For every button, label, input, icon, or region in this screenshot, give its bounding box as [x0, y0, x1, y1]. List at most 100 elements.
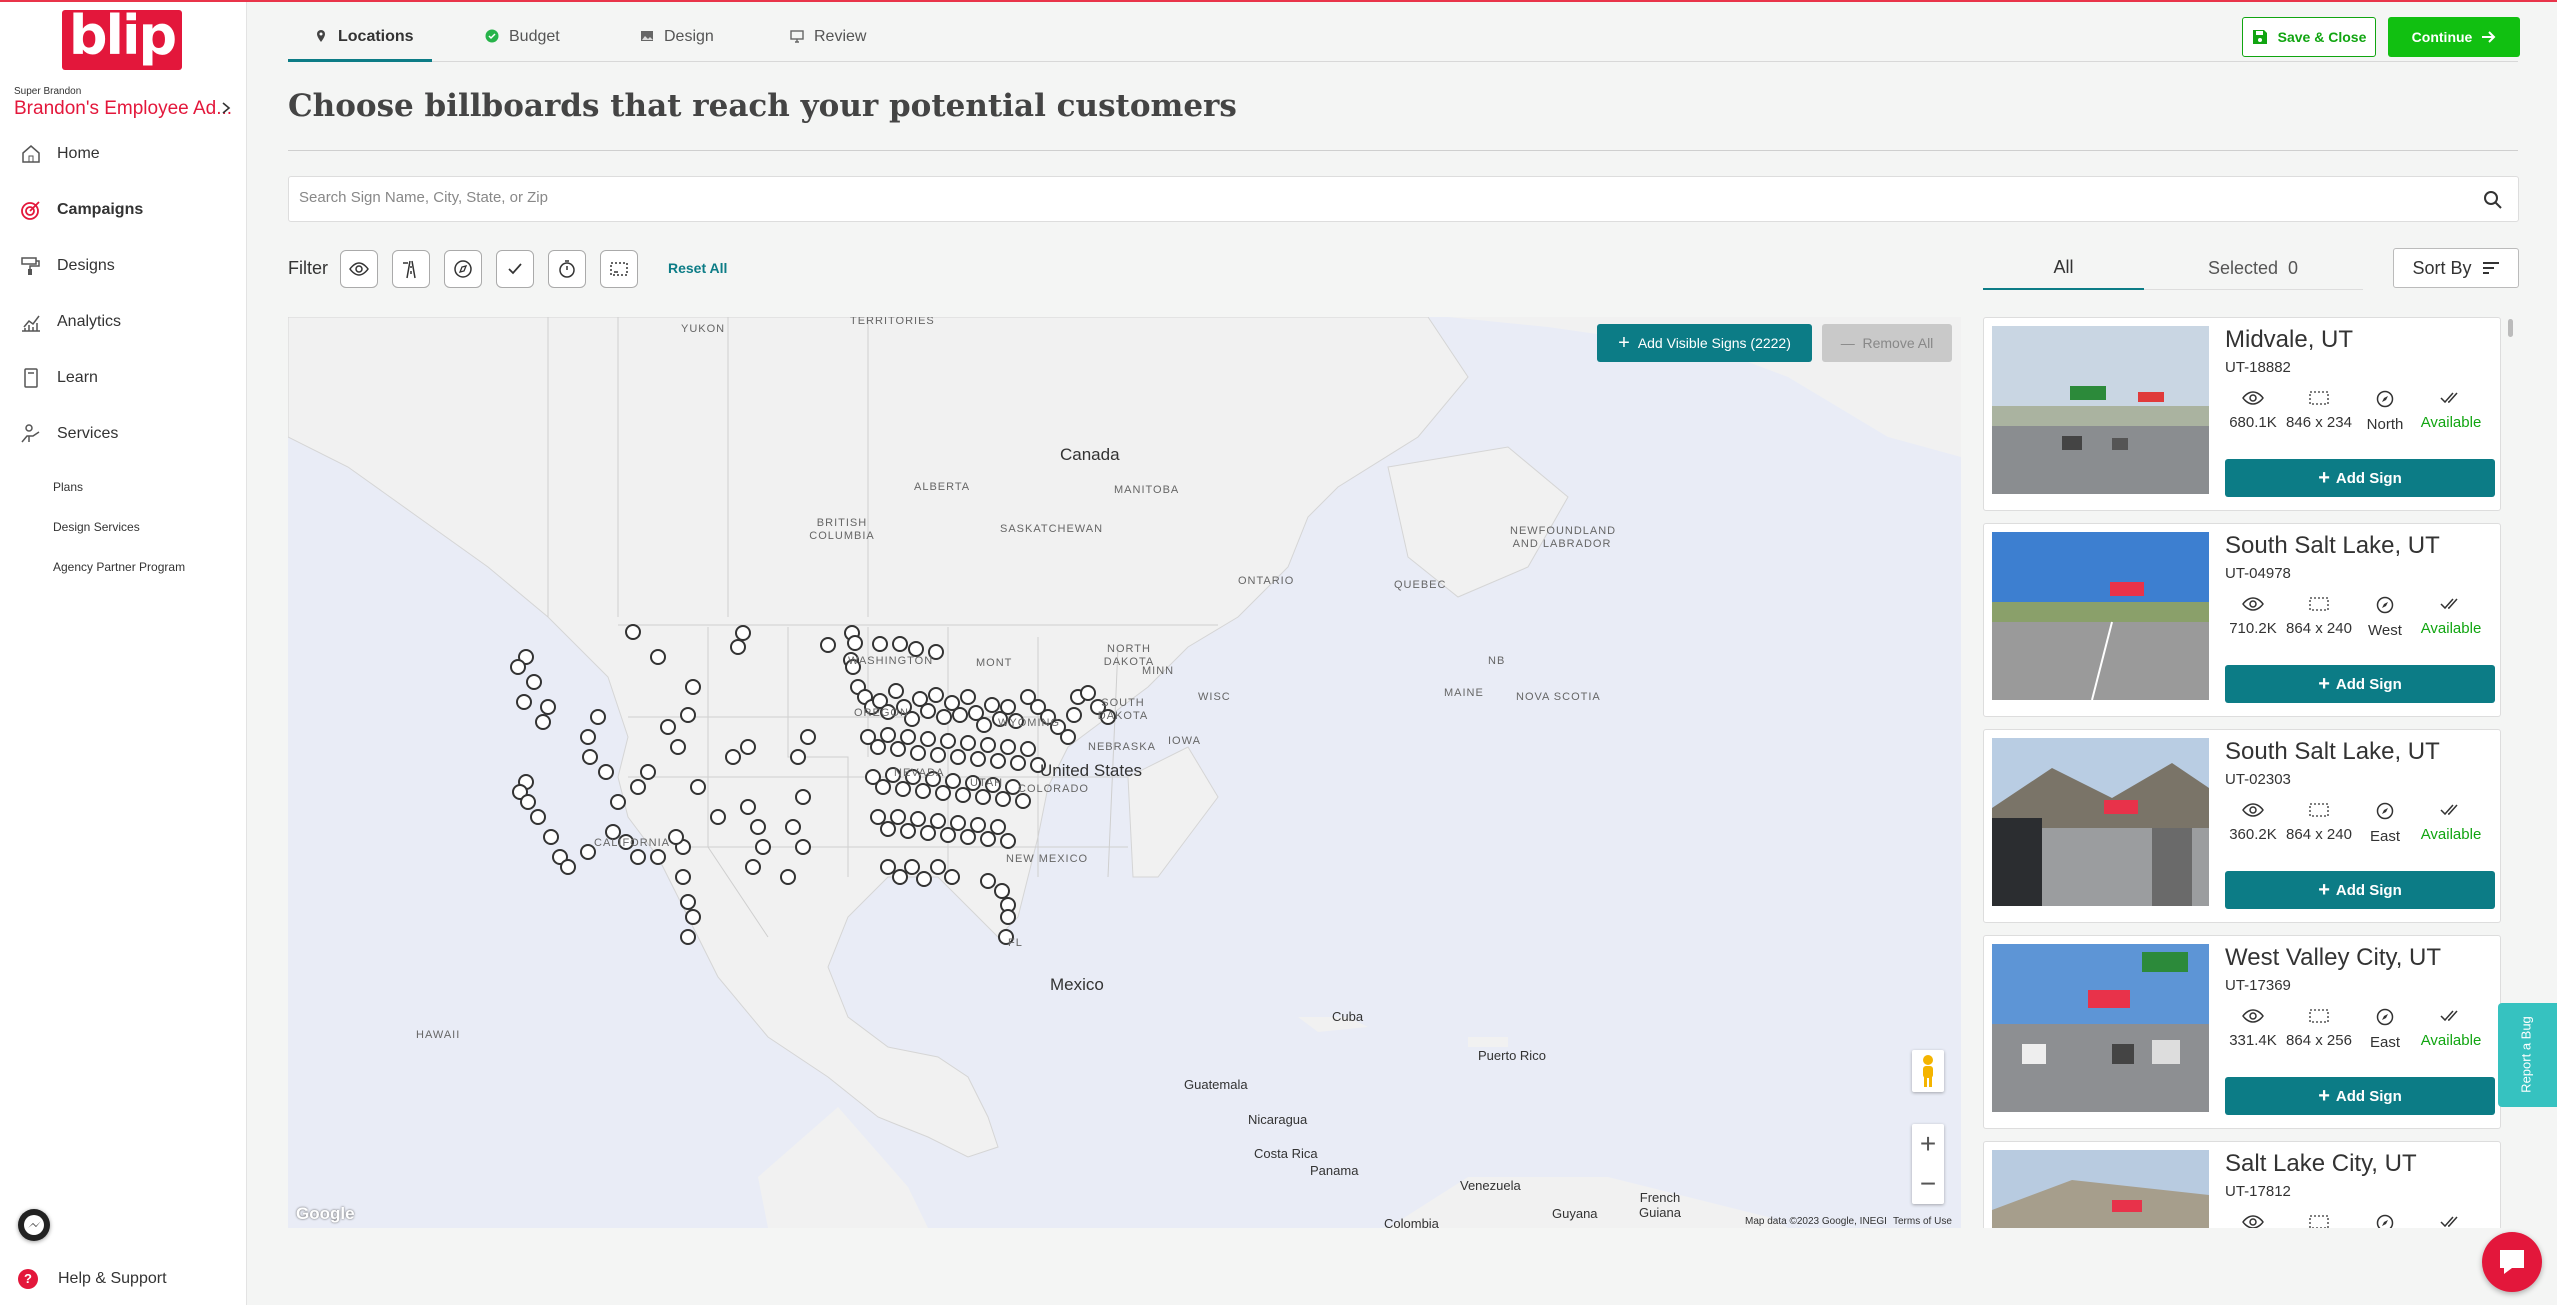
step-tabs: Locations Budget Design Review: [288, 20, 2518, 62]
tab-all[interactable]: All: [1983, 246, 2144, 290]
search-icon[interactable]: [2482, 189, 2504, 211]
continue-button[interactable]: Continue: [2388, 17, 2520, 57]
sort-label: Sort By: [2412, 257, 2472, 278]
filter-label: Filter: [288, 258, 328, 278]
size-stat: 864 x 256: [2284, 1008, 2354, 1049]
add-visible-signs-button[interactable]: + Add Visible Signs (2222): [1597, 324, 1812, 362]
check-icon: [508, 263, 522, 275]
map-label: HAWAII: [416, 1029, 461, 1041]
sign-card[interactable]: South Salt Lake, UT UT-04978 710.2K 864 …: [1983, 523, 2501, 717]
save-close-button[interactable]: Save & Close: [2242, 17, 2376, 57]
sidebar-item-services[interactable]: Services: [0, 414, 246, 454]
sign-card[interactable]: Salt Lake City, UT UT-17812: [1983, 1141, 2501, 1228]
messenger-button[interactable]: [18, 1209, 50, 1241]
tab-design[interactable]: Design: [640, 20, 714, 62]
map-label: IOWA: [1168, 735, 1201, 747]
map-label: FL: [1008, 937, 1023, 949]
map-label: MANITOBA: [1114, 484, 1180, 496]
scrollbar-thumb[interactable]: [2508, 319, 2513, 337]
status-value: Available: [2420, 826, 2482, 843]
map-label: COLORADO: [1018, 783, 1089, 795]
sidebar-item-analytics[interactable]: Analytics: [0, 302, 246, 342]
zoom-controls: + −: [1912, 1124, 1944, 1204]
filter-size-button[interactable]: [600, 250, 638, 288]
sidebar-subitem-plans[interactable]: Plans: [53, 480, 83, 494]
add-sign-label: Add Sign: [2335, 881, 2402, 899]
map-label: WISC: [1198, 691, 1231, 703]
add-visible-label: Add Visible Signs (2222): [1637, 335, 1791, 351]
user-role: Super Brandon: [14, 86, 82, 97]
impressions-stat: 331.4K: [2218, 1008, 2288, 1049]
sign-list: Midvale, UT UT-18882 680.1K 846 x 234 No…: [1983, 317, 2503, 1228]
sidebar-subitem-agency-partner[interactable]: Agency Partner Program: [53, 560, 185, 574]
report-bug-button[interactable]: Report a Bug: [2498, 1003, 2557, 1107]
filter-duration-button[interactable]: [548, 250, 586, 288]
compass-icon: [2376, 802, 2394, 820]
map-label: Costa Rica: [1254, 1146, 1318, 1161]
remove-all-label: Remove All: [1862, 335, 1934, 351]
impressions-stat: 360.2K: [2218, 802, 2288, 843]
filter-direction-button[interactable]: [444, 250, 482, 288]
tab-review[interactable]: Review: [790, 20, 866, 62]
title-divider: [288, 150, 2518, 151]
map-label: Nicaragua: [1248, 1112, 1308, 1127]
search-input[interactable]: [299, 189, 2449, 206]
status-stat: Available: [2416, 1008, 2486, 1049]
road-icon: [403, 260, 416, 279]
terms-of-use-link[interactable]: Terms of Use: [1893, 1216, 1952, 1227]
sidebar-item-label: Services: [57, 425, 119, 442]
remove-all-button[interactable]: — Remove All: [1822, 324, 1952, 362]
zoom-in-button[interactable]: +: [1912, 1124, 1944, 1164]
sign-card[interactable]: Midvale, UT UT-18882 680.1K 846 x 234 No…: [1983, 317, 2501, 511]
sidebar-item-campaigns[interactable]: Campaigns: [0, 190, 246, 230]
tab-selected[interactable]: Selected 0: [2173, 246, 2333, 290]
filter-road-button[interactable]: [392, 250, 430, 288]
tab-locations[interactable]: Locations: [288, 20, 432, 62]
report-bug-label: Report a Bug: [2518, 1016, 2534, 1093]
account-switcher[interactable]: Brandon's Employee Ad...: [14, 98, 234, 120]
add-sign-button[interactable]: + Add Sign: [2225, 665, 2495, 703]
map-label: Canada: [1060, 445, 1120, 464]
billboard-map[interactable]: TERRITORIES YUKON Canada ALBERTA MANITOB…: [288, 317, 1961, 1228]
facing-stat: [2350, 1214, 2420, 1228]
blip-logo[interactable]: blip: [62, 4, 182, 70]
map-label: NEW MEXICO: [1006, 853, 1089, 865]
reset-all-filters[interactable]: Reset All: [668, 260, 727, 276]
arrow-right-icon: [2482, 31, 2496, 43]
sign-card[interactable]: South Salt Lake, UT UT-02303 360.2K 864 …: [1983, 729, 2501, 923]
filter-availability-button[interactable]: [496, 250, 534, 288]
status-stat: Available: [2416, 390, 2486, 431]
add-sign-button[interactable]: + Add Sign: [2225, 1077, 2495, 1115]
double-check-icon: [2440, 804, 2458, 816]
street-view-pegman[interactable]: [1912, 1050, 1944, 1092]
add-sign-label: Add Sign: [2335, 469, 2402, 487]
zoom-out-button[interactable]: −: [1912, 1164, 1944, 1204]
size-value: 846 x 234: [2286, 414, 2352, 431]
sidebar-subitem-design-services[interactable]: Design Services: [53, 520, 140, 534]
facing-stat: West: [2350, 596, 2420, 639]
target-icon: [21, 201, 40, 220]
map-label: NB: [1488, 655, 1506, 667]
selected-count: 0: [2288, 257, 2299, 278]
sidebar-item-home[interactable]: Home: [0, 134, 246, 174]
sidebar-item-learn[interactable]: Learn: [0, 358, 246, 398]
billboard-size-icon: [2309, 803, 2329, 817]
sort-by-button[interactable]: Sort By: [2393, 248, 2519, 288]
size-stat: 864 x 240: [2284, 802, 2354, 843]
tab-budget[interactable]: Budget: [485, 20, 560, 62]
status-value: Available: [2420, 414, 2482, 431]
eye-icon: [2242, 1009, 2264, 1023]
help-support-link[interactable]: ? Help & Support: [18, 1267, 167, 1291]
add-sign-button[interactable]: + Add Sign: [2225, 871, 2495, 909]
map-label: ONTARIO: [1238, 575, 1295, 587]
sidebar-item-designs[interactable]: Designs: [0, 246, 246, 286]
sign-card[interactable]: West Valley City, UT UT-17369 331.4K 864…: [1983, 935, 2501, 1129]
add-sign-button[interactable]: + Add Sign: [2225, 459, 2495, 497]
map-label: French Guiana: [1639, 1190, 1681, 1220]
continue-label: Continue: [2411, 29, 2473, 45]
double-check-icon: [2440, 392, 2458, 404]
chat-button[interactable]: [2482, 1232, 2542, 1292]
status-stat: Available: [2416, 802, 2486, 843]
compass-icon: [2376, 596, 2394, 614]
filter-impressions-button[interactable]: [340, 250, 378, 288]
